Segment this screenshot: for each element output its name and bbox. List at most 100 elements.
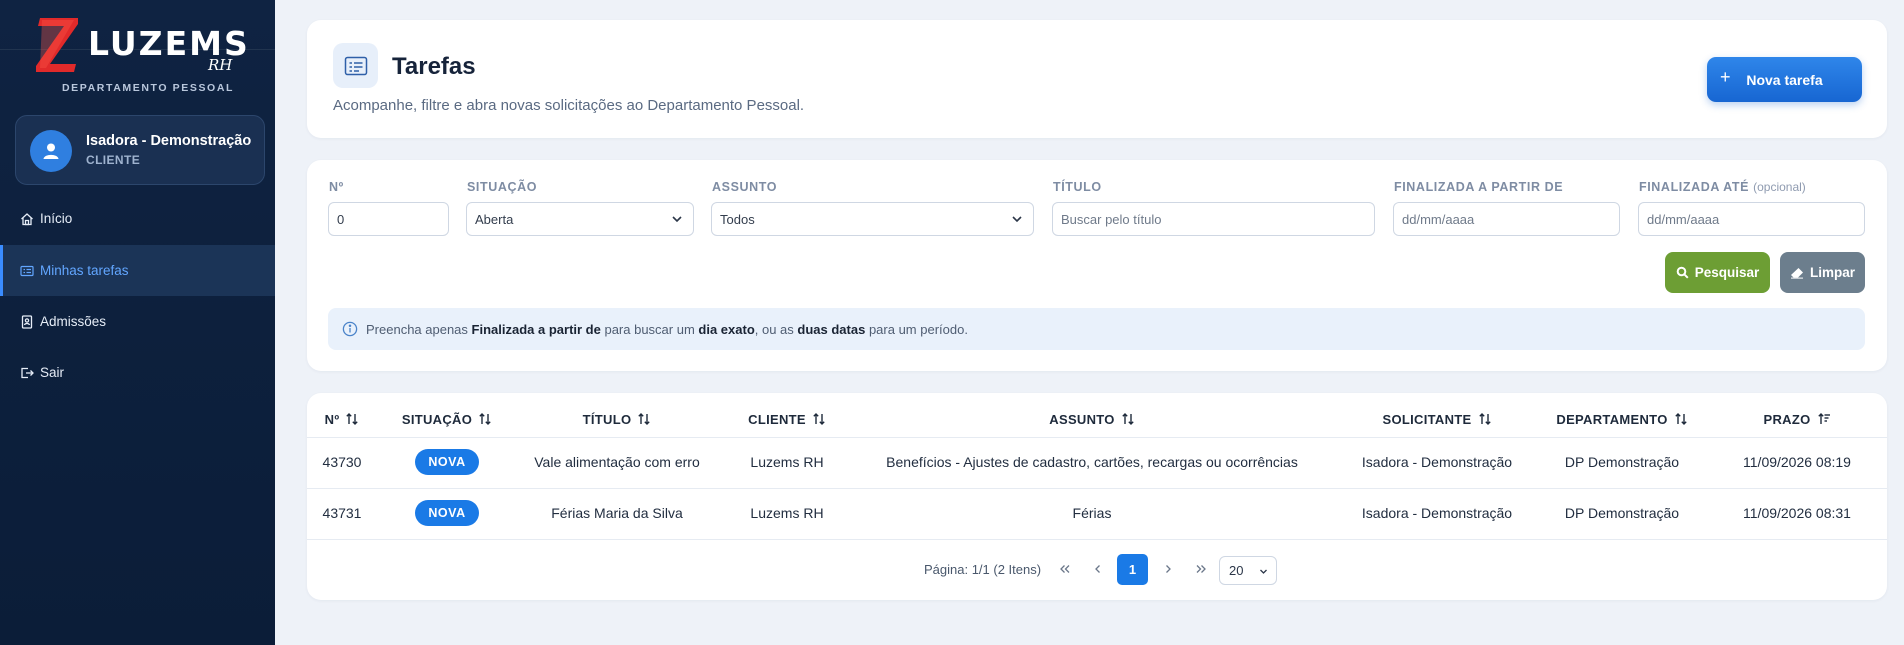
number-filter-label: Nº (329, 180, 344, 194)
new-task-button[interactable]: + Nova tarefa (1707, 57, 1862, 102)
number-filter-value: 0 (337, 211, 345, 227)
prev-page-button[interactable] (1084, 554, 1112, 584)
id-card-icon (21, 314, 33, 329)
info-icon (342, 321, 358, 337)
avatar (30, 130, 72, 172)
finished-to-placeholder: dd/mm/aaaa (1647, 211, 1720, 227)
brand-logo[interactable]: LUZEMS RH DEPARTAMENTO PESSOAL (32, 14, 252, 94)
logo-tagline: DEPARTAMENTO PESSOAL (62, 82, 235, 94)
list-icon (20, 265, 34, 276)
sidebar-item-label: Admissões (40, 314, 107, 329)
cell-client: Luzems RH (750, 505, 824, 521)
status-filter-label: SITUAÇÃO (467, 180, 538, 194)
finished-from-label: FINALIZADA A PARTIR DE (1394, 180, 1564, 194)
sort-icon (1122, 413, 1134, 425)
last-page-button[interactable] (1187, 554, 1215, 584)
page-subtitle: Acompanhe, filtre e abra novas solicitaç… (333, 97, 805, 114)
page-size-select[interactable]: 20 (1219, 556, 1277, 585)
number-filter-input[interactable]: 0 (328, 202, 449, 236)
cell-status: NOVA (377, 437, 517, 487)
next-page-button[interactable] (1154, 554, 1182, 584)
logo-subtext: RH (208, 56, 233, 74)
logout-icon (21, 367, 34, 378)
user-role: CLIENTE (86, 153, 141, 167)
title-filter-placeholder: Buscar pelo título (1061, 211, 1162, 227)
sidebar-item-label: Sair (40, 365, 65, 380)
subject-filter-label: ASSUNTO (712, 180, 778, 194)
cell-title: Férias Maria da Silva (551, 505, 683, 521)
sidebar-item-minhas-tarefas[interactable]: Minhas tarefas (0, 245, 275, 296)
column-header-title[interactable]: TÍTULO (517, 407, 717, 431)
cell-number: 43730 (322, 454, 362, 470)
chevron-right-icon (1166, 565, 1171, 573)
sort-icon (479, 413, 491, 425)
finished-to-label: FINALIZADA ATÉ (opcional) (1639, 180, 1806, 194)
page-size-value: 20 (1229, 563, 1244, 578)
column-header-department[interactable]: DEPARTAMENTO (1537, 407, 1707, 431)
search-button-label: Pesquisar (1694, 265, 1760, 280)
search-button[interactable]: Pesquisar (1665, 252, 1770, 293)
pagination-summary: Página: 1/1 (2 Itens) (924, 562, 1042, 577)
finished-to-input[interactable]: dd/mm/aaaa (1638, 202, 1865, 236)
filter-panel: Nº 0 SITUAÇÃO Aberta ASSUNTO Todos TÍTUL… (307, 160, 1887, 371)
cell-deadline: 11/09/2026 08:19 (1743, 454, 1851, 470)
search-icon (1676, 266, 1689, 279)
page-icon (333, 43, 378, 88)
sidebar-item-sair[interactable]: Sair (0, 347, 275, 398)
cell-subject: Benefícios - Ajustes de cadastro, cartõe… (886, 454, 1298, 470)
status-select-value: Aberta (475, 211, 514, 227)
tasks-table: Nº SITUAÇÃO TÍTULO CLIENTE ASSUNTO SOLIC… (307, 393, 1887, 600)
task-list-icon (344, 56, 367, 75)
clear-button-label: Limpar (1809, 265, 1855, 280)
sidebar-item-inicio[interactable]: Início (0, 193, 275, 244)
cell-department: DP Demonstração (1564, 454, 1680, 470)
cell-status: NOVA (377, 488, 517, 538)
column-header-number[interactable]: Nº (307, 407, 377, 431)
user-name: Isadora - Demonstração (86, 133, 252, 149)
user-icon (43, 143, 59, 159)
title-filter-label: TÍTULO (1053, 180, 1102, 194)
column-header-subject[interactable]: ASSUNTO (857, 407, 1327, 431)
finished-to-optional: (opcional) (1753, 180, 1806, 194)
user-card[interactable]: Isadora - Demonstração CLIENTE (15, 115, 265, 185)
title-filter-input[interactable]: Buscar pelo título (1052, 202, 1375, 236)
subject-select[interactable]: Todos (711, 202, 1034, 236)
plus-icon: + (1720, 67, 1731, 87)
sidebar-item-label: Minhas tarefas (40, 263, 129, 278)
first-page-button[interactable] (1051, 554, 1079, 584)
finished-from-placeholder: dd/mm/aaaa (1402, 211, 1475, 227)
cell-number: 43731 (322, 505, 362, 521)
sort-icon (1674, 413, 1687, 425)
column-header-client[interactable]: CLIENTE (717, 407, 857, 431)
cell-subject: Férias (1072, 505, 1112, 521)
home-icon (21, 212, 33, 225)
finished-from-input[interactable]: dd/mm/aaaa (1393, 202, 1620, 236)
clear-button[interactable]: Limpar (1780, 252, 1865, 293)
cell-requester: Isadora - Demonstração (1361, 505, 1513, 521)
chevron-down-icon (672, 216, 682, 223)
column-header-deadline[interactable]: PRAZO (1707, 407, 1887, 431)
cell-title: Vale alimentação com erro (534, 454, 700, 470)
sort-icon (638, 413, 651, 425)
status-select[interactable]: Aberta (466, 202, 694, 236)
column-header-status[interactable]: SITUAÇÃO (377, 407, 517, 431)
sidebar-item-label: Início (40, 211, 73, 226)
eraser-icon (1790, 267, 1803, 279)
sort-icon (1478, 413, 1491, 425)
sort-icon (813, 413, 825, 425)
double-chevron-right-icon (1196, 565, 1206, 573)
page-button-current[interactable]: 1 (1117, 554, 1148, 585)
double-chevron-left-icon (1060, 565, 1070, 573)
chevron-left-icon (1095, 565, 1100, 573)
info-text: Preencha apenas Finalizada a partir de p… (366, 321, 968, 337)
column-header-requester[interactable]: SOLICITANTE (1337, 407, 1537, 431)
page-title: Tarefas (392, 53, 476, 80)
cell-requester: Isadora - Demonstração (1361, 454, 1513, 470)
sidebar: LUZEMS RH DEPARTAMENTO PESSOAL Isadora -… (0, 0, 275, 645)
subject-select-value: Todos (720, 211, 755, 227)
cell-deadline: 11/09/2026 08:31 (1743, 505, 1851, 521)
chevron-down-icon (1012, 216, 1022, 223)
sidebar-item-admissoes[interactable]: Admissões (0, 296, 275, 347)
sort-desc-icon (1817, 413, 1830, 424)
cell-department: DP Demonstração (1564, 505, 1680, 521)
